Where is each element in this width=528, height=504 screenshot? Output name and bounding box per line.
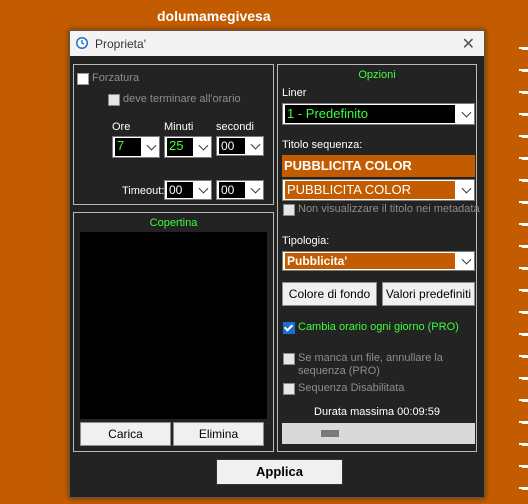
cover-image-area[interactable]: [80, 232, 267, 419]
carica-button[interactable]: Carica: [80, 422, 171, 446]
chevron-down-icon: [146, 140, 157, 151]
edge-dash: [519, 135, 528, 138]
chevron-down-icon: [250, 139, 261, 150]
edge-dash: [519, 69, 528, 72]
valori-predefiniti-button[interactable]: Valori predefiniti: [382, 282, 475, 306]
chevron-down-icon: [198, 140, 209, 151]
properties-dialog: Proprieta' ✕ Forzatura deve terminare al…: [69, 30, 485, 498]
minuti-label: Minuti: [164, 121, 194, 133]
liner-label: Liner: [282, 87, 307, 99]
timeout-min-select[interactable]: 00: [164, 180, 212, 200]
se-manca-checkbox[interactable]: [283, 353, 295, 365]
ore-value: 7: [115, 138, 141, 156]
dialog-title: Proprieta': [95, 37, 146, 51]
sequenza-disabilitata-label: Sequenza Disabilitata: [298, 382, 405, 394]
edge-dash: [519, 377, 528, 380]
duration-slider-track[interactable]: [282, 423, 475, 444]
non-visualizzare-label: Non visualizzare il titolo nei metadata: [298, 203, 480, 215]
timeout-label: Timeout:: [122, 185, 165, 197]
edge-dash: [519, 443, 528, 446]
opzioni-title: Opzioni: [358, 69, 396, 81]
edge-dash: [519, 399, 528, 402]
chevron-down-icon: [461, 254, 472, 265]
forzatura-checkbox[interactable]: [77, 73, 89, 85]
edge-dash: [519, 289, 528, 292]
opzioni-panel: Opzioni Liner 1 - Predefinito Titolo seq…: [277, 64, 480, 452]
edge-dash: [519, 47, 528, 50]
ore-label: Ore: [112, 121, 131, 133]
chevron-down-icon: [198, 183, 209, 194]
title-bar[interactable]: Proprieta' ✕: [70, 31, 484, 56]
secondi-select[interactable]: 00: [216, 136, 264, 156]
cambia-orario-checkbox[interactable]: [283, 322, 295, 334]
edge-dash: [519, 421, 528, 424]
elimina-button[interactable]: Elimina: [173, 422, 264, 446]
liner-select[interactable]: 1 - Predefinito: [282, 103, 475, 125]
timeout-sec-select[interactable]: 00: [216, 180, 264, 200]
ore-select[interactable]: 7: [112, 136, 160, 158]
se-manca-label-line1: Se manca un file, annullare la: [298, 352, 443, 364]
timeout-min-value: 00: [167, 182, 193, 198]
edge-dash: [519, 465, 528, 468]
titolo-select[interactable]: PUBBLICITA COLOR: [282, 179, 475, 201]
tipologia-select[interactable]: Pubblicita': [282, 251, 475, 271]
deve-terminare-checkbox[interactable]: [108, 94, 120, 106]
secondi-label: secondi: [216, 121, 254, 133]
chevron-down-icon: [461, 183, 472, 194]
durata-massima-label: Durata massima 00:09:59: [314, 406, 440, 418]
forzatura-panel: Forzatura deve terminare all'orario Ore …: [73, 64, 274, 205]
forzatura-label: Forzatura: [92, 72, 140, 84]
colore-di-fondo-button[interactable]: Colore di fondo: [282, 282, 377, 306]
applica-button[interactable]: Applica: [216, 459, 343, 485]
timeout-sec-value: 00: [219, 182, 245, 198]
edge-dash: [519, 487, 528, 490]
edge-dash: [519, 267, 528, 270]
edge-dash: [519, 333, 528, 336]
tipologia-label: Tipologia:: [282, 235, 330, 247]
minuti-select[interactable]: 25: [164, 136, 212, 158]
non-visualizzare-checkbox[interactable]: [283, 204, 295, 216]
chevron-down-icon: [461, 107, 472, 118]
edge-dash: [519, 179, 528, 182]
titolo-select-value: PUBBLICITA COLOR: [285, 181, 455, 199]
edge-dash: [519, 201, 528, 204]
duration-slider-thumb[interactable]: [321, 430, 339, 437]
edge-dash: [519, 311, 528, 314]
edge-dash: [519, 245, 528, 248]
edge-dash: [519, 223, 528, 226]
edge-dash: [519, 113, 528, 116]
desktop-title: dolumamegivesa: [157, 8, 271, 24]
liner-value: 1 - Predefinito: [285, 105, 455, 123]
titolo-label: Titolo sequenza:: [282, 139, 363, 151]
sequenza-disabilitata-checkbox[interactable]: [283, 383, 295, 395]
secondi-value: 00: [219, 138, 245, 154]
close-icon[interactable]: ✕: [462, 34, 475, 54]
minuti-value: 25: [167, 138, 193, 156]
cambia-orario-label: Cambia orario ogni giorno (PRO): [298, 321, 459, 333]
edge-dash: [519, 355, 528, 358]
titolo-display: PUBBLICITA COLOR: [282, 155, 475, 177]
edge-dash: [519, 157, 528, 160]
clock-icon: [76, 37, 88, 49]
se-manca-label-line2: sequenza (PRO): [298, 365, 380, 377]
edge-dash: [519, 91, 528, 94]
copertina-panel: Copertina Carica Elimina: [73, 212, 274, 452]
chevron-down-icon: [250, 183, 261, 194]
copertina-title: Copertina: [149, 217, 198, 229]
deve-terminare-label: deve terminare all'orario: [123, 93, 241, 105]
tipologia-value: Pubblicita': [285, 253, 455, 269]
